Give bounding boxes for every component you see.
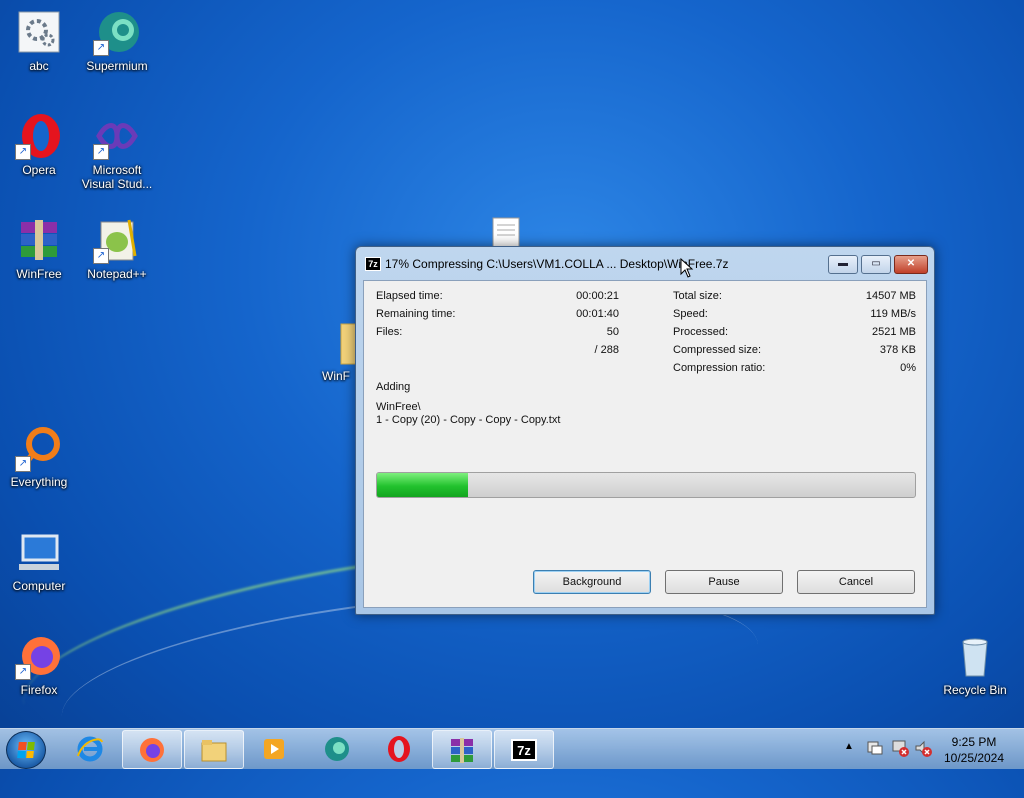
supermium-icon: ↗: [93, 8, 141, 56]
elapsed-time-value: 00:00:21: [576, 290, 619, 302]
maximize-button[interactable]: ▭: [861, 255, 891, 274]
taskbar-7zip[interactable]: 7z: [494, 730, 554, 769]
desktop-icon-abc[interactable]: abc: [0, 8, 78, 73]
notepadpp-icon: ↗: [93, 216, 141, 264]
clock-date: 10/25/2024: [943, 751, 1005, 765]
recycle-bin-icon: [951, 632, 999, 680]
desktop-icon-opera[interactable]: ↗ Opera: [0, 112, 78, 177]
visual-studio-icon: ↗: [93, 112, 141, 160]
desktop-icon-computer[interactable]: Computer: [0, 528, 78, 593]
action-center-icon[interactable]: [866, 739, 884, 779]
firefox-icon: ↗: [15, 632, 63, 680]
desktop-icon-label: Everything: [10, 475, 68, 489]
taskbar-opera[interactable]: [370, 730, 428, 767]
compression-ratio-value: 0%: [900, 362, 916, 374]
minimize-button[interactable]: ▬: [828, 255, 858, 274]
files-value: 50: [606, 326, 619, 338]
action-status: Adding: [376, 381, 411, 393]
remaining-time-label: Remaining time:: [376, 308, 456, 320]
system-clock[interactable]: 9:25 PM 10/25/2024: [934, 734, 1014, 766]
pause-button[interactable]: Pause: [665, 570, 783, 594]
background-button[interactable]: Background: [533, 570, 651, 594]
shortcut-arrow-icon: ↗: [15, 456, 31, 472]
window-titlebar[interactable]: 7z 17% Compressing C:\Users\VM1.COLLA ..…: [356, 247, 934, 281]
taskbar-file-explorer[interactable]: [184, 730, 244, 769]
compression-ratio-label: Compression ratio:: [673, 362, 766, 374]
desktop-icon-visual-studio[interactable]: ↗ Microsoft Visual Stud...: [78, 112, 156, 191]
cancel-button[interactable]: Cancel: [797, 570, 915, 594]
windows-logo-icon: [17, 742, 35, 758]
computer-icon: [15, 528, 63, 576]
window-title: 17% Compressing C:\Users\VM1.COLLA ... D…: [385, 257, 729, 271]
mouse-cursor-icon: [680, 257, 694, 283]
settings-document-icon: [15, 8, 63, 56]
taskbar-media-player[interactable]: [245, 730, 303, 767]
desktop-icon-label: Microsoft Visual Stud...: [81, 163, 153, 191]
shortcut-arrow-icon: ↗: [15, 144, 31, 160]
desktop-icon-label: Opera: [22, 163, 56, 177]
desktop-icon-label: Notepad++: [87, 267, 147, 281]
shortcut-arrow-icon: ↗: [93, 40, 109, 56]
desktop-icon-winfree[interactable]: WinFree: [0, 216, 78, 281]
speed-value: 119 MB/s: [870, 308, 916, 320]
media-player-icon: [264, 738, 284, 759]
close-button[interactable]: ✕: [894, 255, 928, 274]
taskbar-supermium[interactable]: [308, 730, 366, 767]
firefox-icon: [140, 737, 164, 762]
compressed-size-label: Compressed size:: [673, 344, 762, 356]
winrar-icon: [451, 737, 473, 763]
processed-label: Processed:: [673, 326, 729, 338]
taskbar-winrar[interactable]: [432, 730, 492, 769]
speed-label: Speed:: [673, 308, 708, 320]
dialog-client-area: Elapsed time: 00:00:21 Remaining time: 0…: [363, 280, 927, 608]
desktop-icon-label: Computer: [12, 579, 66, 593]
shortcut-arrow-icon: ↗: [93, 144, 109, 160]
shortcut-arrow-icon: ↗: [93, 248, 109, 264]
taskbar: 7z ▲ 9:25 PM 10/25/2024: [0, 728, 1024, 769]
desktop-icon-label: WinFree: [16, 267, 62, 281]
desktop-icon-label: abc: [29, 59, 49, 73]
total-size-label: Total size:: [673, 290, 722, 302]
supermium-icon: [325, 736, 349, 761]
desktop-icon-notepadpp[interactable]: ↗ Notepad++: [78, 216, 156, 281]
internet-explorer-icon: [77, 736, 103, 761]
current-folder: WinFree\: [376, 401, 421, 413]
desktop-icon-label: Supermium: [86, 59, 148, 73]
desktop-icon-recycle-bin[interactable]: Recycle Bin: [936, 632, 1014, 697]
compress-progress-window: 7z 17% Compressing C:\Users\VM1.COLLA ..…: [355, 246, 935, 615]
opera-icon: [388, 735, 410, 762]
desktop-icon-supermium[interactable]: ↗ Supermium: [78, 8, 156, 73]
7zip-icon: 7z: [511, 738, 537, 761]
desktop-icon-firefox[interactable]: ↗ Firefox: [0, 632, 78, 697]
volume-muted-icon[interactable]: [914, 739, 932, 779]
files-label: Files:: [376, 326, 403, 338]
desktop-icon-everything[interactable]: ↗ Everything: [0, 424, 78, 489]
elapsed-time-label: Elapsed time:: [376, 290, 443, 302]
compressed-size-value: 378 KB: [879, 344, 916, 356]
progress-bar-fill: [377, 473, 469, 497]
folder-icon: [201, 739, 227, 761]
processed-value: 2521 MB: [871, 326, 916, 338]
start-button[interactable]: [6, 731, 46, 769]
clock-time: 9:25 PM: [951, 735, 997, 749]
current-file: 1 - Copy (20) - Copy - Copy - Copy.txt: [376, 414, 561, 426]
opera-icon: ↗: [15, 112, 63, 160]
winrar-archive-icon: [15, 216, 63, 264]
progress-bar: [376, 472, 916, 498]
network-error-icon[interactable]: [891, 739, 909, 779]
everything-search-icon: ↗: [15, 424, 63, 472]
7zip-app-icon: 7z: [365, 257, 381, 271]
remaining-time-value: 00:01:40: [576, 308, 619, 320]
taskbar-internet-explorer[interactable]: [61, 730, 119, 767]
show-hidden-icons-button[interactable]: ▲: [844, 741, 854, 781]
text-file-icon: [489, 216, 523, 249]
files-total: / 288: [594, 344, 619, 356]
desktop-icon-label: Recycle Bin: [943, 683, 1007, 697]
total-size-value: 14507 MB: [865, 290, 916, 302]
desktop-icon-label: Firefox: [20, 683, 58, 697]
taskbar-firefox[interactable]: [122, 730, 182, 769]
shortcut-arrow-icon: ↗: [15, 664, 31, 680]
svg-text:7z: 7z: [517, 743, 531, 758]
